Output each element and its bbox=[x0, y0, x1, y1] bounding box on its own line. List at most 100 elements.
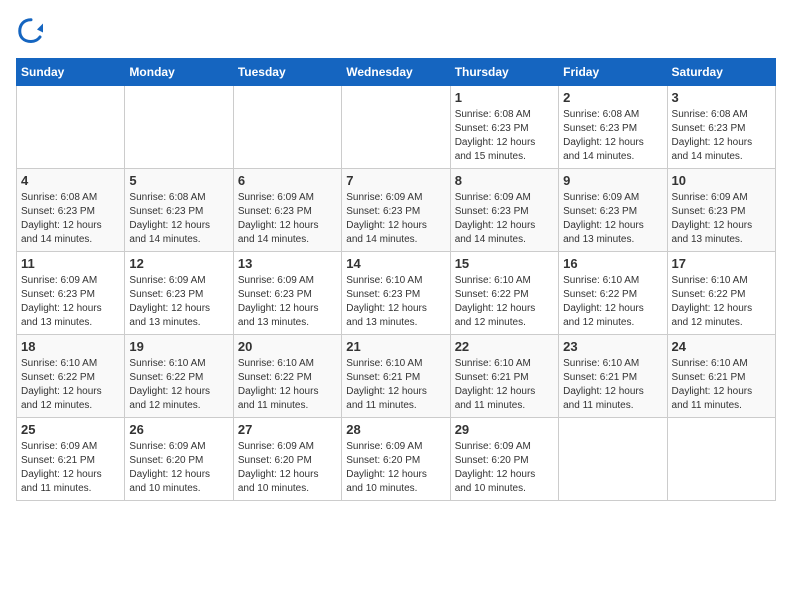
calendar-cell: 29 Sunrise: 6:09 AM Sunset: 6:20 PM Dayli… bbox=[450, 418, 558, 501]
calendar-cell: 7 Sunrise: 6:09 AM Sunset: 6:23 PM Daylig… bbox=[342, 169, 450, 252]
cell-info: Sunrise: 6:10 AM Sunset: 6:22 PM Dayligh… bbox=[129, 357, 228, 413]
calendar-cell: 19 Sunrise: 6:10 AM Sunset: 6:22 PM Dayli… bbox=[125, 335, 233, 418]
day-number: 4 bbox=[21, 173, 120, 188]
day-number: 6 bbox=[238, 173, 337, 188]
cell-info: Sunrise: 6:09 AM Sunset: 6:23 PM Dayligh… bbox=[238, 274, 337, 330]
calendar-body: 1 Sunrise: 6:08 AM Sunset: 6:23 PM Daylig… bbox=[17, 86, 776, 501]
calendar-cell: 13 Sunrise: 6:09 AM Sunset: 6:23 PM Dayli… bbox=[233, 252, 341, 335]
cell-info: Sunrise: 6:08 AM Sunset: 6:23 PM Dayligh… bbox=[129, 191, 228, 247]
calendar-week-3: 11 Sunrise: 6:09 AM Sunset: 6:23 PM Dayli… bbox=[17, 252, 776, 335]
calendar-week-5: 25 Sunrise: 6:09 AM Sunset: 6:21 PM Dayli… bbox=[17, 418, 776, 501]
cell-info: Sunrise: 6:09 AM Sunset: 6:23 PM Dayligh… bbox=[563, 191, 662, 247]
logo bbox=[16, 16, 50, 46]
day-number: 22 bbox=[455, 339, 554, 354]
day-number: 27 bbox=[238, 422, 337, 437]
day-number: 12 bbox=[129, 256, 228, 271]
calendar-cell: 24 Sunrise: 6:10 AM Sunset: 6:21 PM Dayli… bbox=[667, 335, 775, 418]
cell-info: Sunrise: 6:09 AM Sunset: 6:23 PM Dayligh… bbox=[346, 191, 445, 247]
day-header-tuesday: Tuesday bbox=[233, 59, 341, 86]
calendar-cell: 27 Sunrise: 6:09 AM Sunset: 6:20 PM Dayli… bbox=[233, 418, 341, 501]
day-header-sunday: Sunday bbox=[17, 59, 125, 86]
calendar-week-2: 4 Sunrise: 6:08 AM Sunset: 6:23 PM Daylig… bbox=[17, 169, 776, 252]
calendar-week-4: 18 Sunrise: 6:10 AM Sunset: 6:22 PM Dayli… bbox=[17, 335, 776, 418]
day-number: 19 bbox=[129, 339, 228, 354]
cell-info: Sunrise: 6:10 AM Sunset: 6:23 PM Dayligh… bbox=[346, 274, 445, 330]
day-number: 28 bbox=[346, 422, 445, 437]
day-number: 17 bbox=[672, 256, 771, 271]
cell-info: Sunrise: 6:08 AM Sunset: 6:23 PM Dayligh… bbox=[455, 108, 554, 164]
cell-info: Sunrise: 6:10 AM Sunset: 6:21 PM Dayligh… bbox=[672, 357, 771, 413]
day-number: 25 bbox=[21, 422, 120, 437]
cell-info: Sunrise: 6:09 AM Sunset: 6:23 PM Dayligh… bbox=[672, 191, 771, 247]
cell-info: Sunrise: 6:09 AM Sunset: 6:23 PM Dayligh… bbox=[455, 191, 554, 247]
day-number: 16 bbox=[563, 256, 662, 271]
cell-info: Sunrise: 6:09 AM Sunset: 6:20 PM Dayligh… bbox=[346, 440, 445, 496]
calendar-cell bbox=[233, 86, 341, 169]
cell-info: Sunrise: 6:10 AM Sunset: 6:21 PM Dayligh… bbox=[346, 357, 445, 413]
cell-info: Sunrise: 6:09 AM Sunset: 6:23 PM Dayligh… bbox=[238, 191, 337, 247]
calendar-cell: 1 Sunrise: 6:08 AM Sunset: 6:23 PM Daylig… bbox=[450, 86, 558, 169]
calendar-cell: 21Sunrise: 6:10 AM Sunset: 6:21 PM Dayli… bbox=[342, 335, 450, 418]
day-number: 9 bbox=[563, 173, 662, 188]
calendar-cell: 9 Sunrise: 6:09 AM Sunset: 6:23 PM Daylig… bbox=[559, 169, 667, 252]
calendar-cell: 23 Sunrise: 6:10 AM Sunset: 6:21 PM Dayli… bbox=[559, 335, 667, 418]
cell-info: Sunrise: 6:08 AM Sunset: 6:23 PM Dayligh… bbox=[21, 191, 120, 247]
day-number: 7 bbox=[346, 173, 445, 188]
day-header-monday: Monday bbox=[125, 59, 233, 86]
day-number: 13 bbox=[238, 256, 337, 271]
calendar-cell: 18Sunrise: 6:10 AM Sunset: 6:22 PM Dayli… bbox=[17, 335, 125, 418]
calendar-cell: 20 Sunrise: 6:10 AM Sunset: 6:22 PM Dayli… bbox=[233, 335, 341, 418]
day-number: 14 bbox=[346, 256, 445, 271]
calendar-cell: 10 Sunrise: 6:09 AM Sunset: 6:23 PM Dayli… bbox=[667, 169, 775, 252]
calendar-cell bbox=[667, 418, 775, 501]
calendar-cell: 15 Sunrise: 6:10 AM Sunset: 6:22 PM Dayli… bbox=[450, 252, 558, 335]
calendar-cell: 28 Sunrise: 6:09 AM Sunset: 6:20 PM Dayli… bbox=[342, 418, 450, 501]
calendar-cell: 16 Sunrise: 6:10 AM Sunset: 6:22 PM Dayli… bbox=[559, 252, 667, 335]
calendar-cell: 22Sunrise: 6:10 AM Sunset: 6:21 PM Dayli… bbox=[450, 335, 558, 418]
cell-info: Sunrise: 6:09 AM Sunset: 6:21 PM Dayligh… bbox=[21, 440, 120, 496]
calendar-header: SundayMondayTuesdayWednesdayThursdayFrid… bbox=[17, 59, 776, 86]
day-number: 15 bbox=[455, 256, 554, 271]
day-number: 20 bbox=[238, 339, 337, 354]
cell-info: Sunrise: 6:09 AM Sunset: 6:20 PM Dayligh… bbox=[455, 440, 554, 496]
day-number: 18 bbox=[21, 339, 120, 354]
cell-info: Sunrise: 6:09 AM Sunset: 6:20 PM Dayligh… bbox=[129, 440, 228, 496]
day-number: 8 bbox=[455, 173, 554, 188]
calendar-cell: 14 Sunrise: 6:10 AM Sunset: 6:23 PM Dayli… bbox=[342, 252, 450, 335]
calendar-cell: 12 Sunrise: 6:09 AM Sunset: 6:23 PM Dayli… bbox=[125, 252, 233, 335]
calendar-cell bbox=[17, 86, 125, 169]
cell-info: Sunrise: 6:09 AM Sunset: 6:20 PM Dayligh… bbox=[238, 440, 337, 496]
day-number: 24 bbox=[672, 339, 771, 354]
calendar-cell: 4 Sunrise: 6:08 AM Sunset: 6:23 PM Daylig… bbox=[17, 169, 125, 252]
day-number: 11 bbox=[21, 256, 120, 271]
day-number: 23 bbox=[563, 339, 662, 354]
day-number: 29 bbox=[455, 422, 554, 437]
cell-info: Sunrise: 6:10 AM Sunset: 6:22 PM Dayligh… bbox=[238, 357, 337, 413]
calendar-cell: 5 Sunrise: 6:08 AM Sunset: 6:23 PM Daylig… bbox=[125, 169, 233, 252]
cell-info: Sunrise: 6:10 AM Sunset: 6:22 PM Dayligh… bbox=[455, 274, 554, 330]
day-number: 2 bbox=[563, 90, 662, 105]
header bbox=[16, 16, 776, 46]
calendar-cell: 8 Sunrise: 6:09 AM Sunset: 6:23 PM Daylig… bbox=[450, 169, 558, 252]
calendar-week-1: 1 Sunrise: 6:08 AM Sunset: 6:23 PM Daylig… bbox=[17, 86, 776, 169]
calendar-cell: 25 Sunrise: 6:09 AM Sunset: 6:21 PM Dayli… bbox=[17, 418, 125, 501]
calendar-cell: 3Sunrise: 6:08 AM Sunset: 6:23 PM Daylig… bbox=[667, 86, 775, 169]
cell-info: Sunrise: 6:08 AM Sunset: 6:23 PM Dayligh… bbox=[672, 108, 771, 164]
day-header-friday: Friday bbox=[559, 59, 667, 86]
calendar-table: SundayMondayTuesdayWednesdayThursdayFrid… bbox=[16, 58, 776, 501]
calendar-cell: 26Sunrise: 6:09 AM Sunset: 6:20 PM Dayli… bbox=[125, 418, 233, 501]
cell-info: Sunrise: 6:10 AM Sunset: 6:22 PM Dayligh… bbox=[672, 274, 771, 330]
calendar-cell: 6 Sunrise: 6:09 AM Sunset: 6:23 PM Daylig… bbox=[233, 169, 341, 252]
day-number: 5 bbox=[129, 173, 228, 188]
calendar-cell: 17 Sunrise: 6:10 AM Sunset: 6:22 PM Dayli… bbox=[667, 252, 775, 335]
cell-info: Sunrise: 6:08 AM Sunset: 6:23 PM Dayligh… bbox=[563, 108, 662, 164]
calendar-cell: 11Sunrise: 6:09 AM Sunset: 6:23 PM Dayli… bbox=[17, 252, 125, 335]
cell-info: Sunrise: 6:10 AM Sunset: 6:22 PM Dayligh… bbox=[563, 274, 662, 330]
cell-info: Sunrise: 6:09 AM Sunset: 6:23 PM Dayligh… bbox=[129, 274, 228, 330]
day-header-thursday: Thursday bbox=[450, 59, 558, 86]
calendar-cell bbox=[559, 418, 667, 501]
cell-info: Sunrise: 6:10 AM Sunset: 6:21 PM Dayligh… bbox=[563, 357, 662, 413]
day-number: 1 bbox=[455, 90, 554, 105]
day-number: 10 bbox=[672, 173, 771, 188]
day-header-wednesday: Wednesday bbox=[342, 59, 450, 86]
